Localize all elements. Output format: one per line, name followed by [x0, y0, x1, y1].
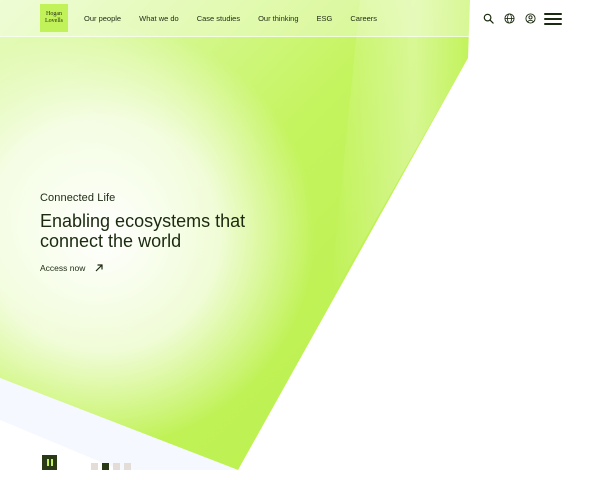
- headline-line-2: connect the world: [40, 231, 182, 251]
- hogan-lovells-logo[interactable]: Hogan Lovells: [40, 4, 68, 32]
- hamburger-menu-icon[interactable]: [544, 12, 562, 25]
- hero-eyebrow: Connected Life: [40, 192, 116, 204]
- carousel-dot-1[interactable]: [91, 463, 98, 470]
- logo-line-2: Lovells: [45, 18, 63, 24]
- pause-icon-bar: [46, 459, 49, 466]
- globe-icon[interactable]: [503, 13, 515, 25]
- menu-bar: [544, 17, 562, 20]
- nav-our-thinking[interactable]: Our thinking: [258, 14, 298, 23]
- arrow-up-right-icon: [95, 264, 103, 272]
- headline-line-1: Enabling ecosystems that: [40, 211, 246, 231]
- user-account-icon[interactable]: [524, 13, 536, 25]
- nav-what-we-do[interactable]: What we do: [139, 14, 179, 23]
- carousel-dot-2[interactable]: [102, 463, 109, 470]
- menu-bar: [544, 12, 562, 15]
- hero-headline: Enabling ecosystems that connect the wor…: [40, 211, 340, 251]
- pause-icon-bar: [50, 459, 53, 466]
- hero-content: Connected Life Enabling ecosystems that …: [40, 192, 340, 276]
- header-utilities: [473, 0, 562, 37]
- carousel-dot-3[interactable]: [113, 463, 120, 470]
- menu-bar: [544, 22, 562, 25]
- logo-line-1: Hogan: [46, 11, 62, 17]
- search-icon[interactable]: [482, 13, 494, 25]
- carousel-pagination: [91, 463, 135, 470]
- cta-label: Access now: [40, 263, 86, 273]
- nav-case-studies[interactable]: Case studies: [197, 14, 240, 23]
- carousel-pause-button[interactable]: [42, 455, 57, 470]
- main-navigation: Our people What we do Case studies Our t…: [84, 0, 377, 37]
- nav-careers[interactable]: Careers: [350, 14, 377, 23]
- nav-esg[interactable]: ESG: [317, 14, 333, 23]
- site-header: Hogan Lovells Our people What we do Case…: [0, 0, 600, 37]
- nav-our-people[interactable]: Our people: [84, 14, 121, 23]
- access-now-link[interactable]: Access now: [40, 263, 103, 273]
- carousel-dot-4[interactable]: [124, 463, 131, 470]
